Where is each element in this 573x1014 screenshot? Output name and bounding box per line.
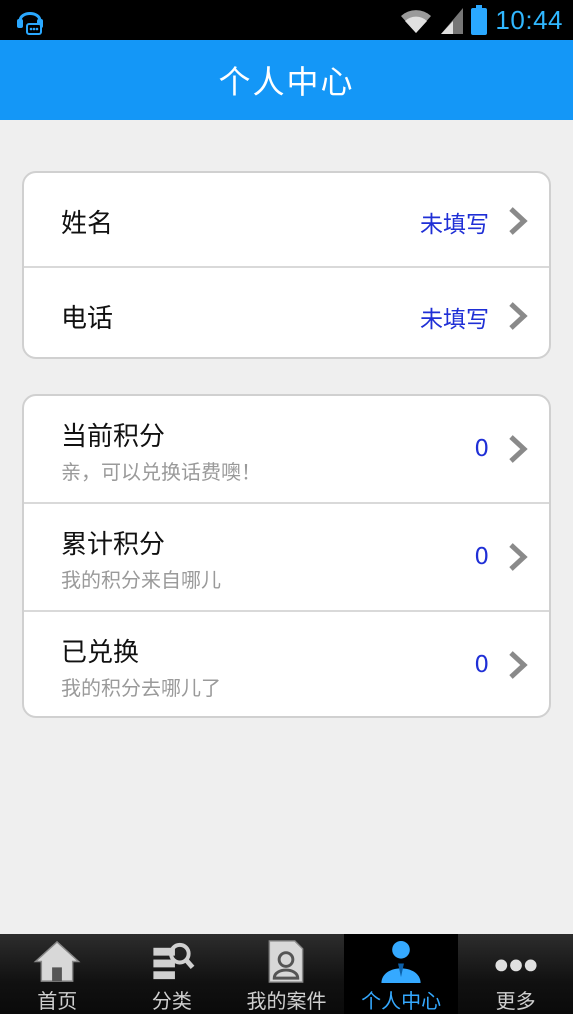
redeemed-subtitle: 我的积分去哪儿了 xyxy=(61,676,221,700)
tab-home[interactable]: 首页 xyxy=(0,934,115,1014)
page-title: 个人中心 xyxy=(218,63,355,101)
case-document-icon xyxy=(269,940,304,983)
profile-card: 姓名 未填写 电话 未填写 xyxy=(22,171,551,359)
current-points-row[interactable]: 当前积分 亲，可以兑换话费噢！ 0 xyxy=(24,396,549,504)
chevron-right-icon xyxy=(509,302,528,330)
status-time: 10:44 xyxy=(495,4,563,35)
tab-personal-center[interactable]: 个人中心 xyxy=(343,934,459,1014)
signal-icon xyxy=(441,8,464,34)
redeemed-value: 0 xyxy=(474,652,489,678)
tab-personal-center-label: 个人中心 xyxy=(361,989,442,1013)
name-value: 未填写 xyxy=(420,212,489,238)
status-bar: 10:44 xyxy=(0,0,573,40)
tab-more-label: 更多 xyxy=(495,989,536,1013)
battery-icon xyxy=(471,5,488,35)
tab-my-cases-label: 我的案件 xyxy=(246,989,327,1013)
name-label: 姓名 xyxy=(61,209,114,239)
tab-category[interactable]: 分类 xyxy=(115,934,230,1014)
phone-label: 电话 xyxy=(61,304,114,334)
total-points-subtitle: 我的积分来自哪儿 xyxy=(61,568,221,592)
name-row[interactable]: 姓名 未填写 xyxy=(24,173,549,268)
redeemed-label: 已兑换 xyxy=(61,638,140,668)
chevron-right-icon xyxy=(509,651,528,679)
chevron-right-icon xyxy=(509,435,528,463)
total-points-row[interactable]: 累计积分 我的积分来自哪儿 0 xyxy=(24,504,549,612)
tab-home-label: 首页 xyxy=(37,989,78,1013)
category-search-icon xyxy=(153,942,195,980)
notification-headset-icon xyxy=(17,12,43,35)
title-bar: 个人中心 xyxy=(0,40,573,120)
total-points-label: 累计积分 xyxy=(61,530,166,560)
bottom-tab-bar: 首页 分类 我的案件 个人中心 更多 xyxy=(0,934,573,1014)
points-card: 当前积分 亲，可以兑换话费噢！ 0 累计积分 我的积分来自哪儿 0 已兑换 我的… xyxy=(22,394,551,718)
more-dots-icon xyxy=(495,959,537,972)
chevron-right-icon xyxy=(509,207,528,235)
current-points-value: 0 xyxy=(474,436,489,462)
current-points-label: 当前积分 xyxy=(61,422,166,452)
home-icon xyxy=(33,940,81,982)
tab-my-cases[interactable]: 我的案件 xyxy=(229,934,344,1014)
total-points-value: 0 xyxy=(474,544,489,570)
redeemed-row[interactable]: 已兑换 我的积分去哪儿了 0 xyxy=(24,612,549,716)
tab-more[interactable]: 更多 xyxy=(458,934,573,1014)
user-profile-icon xyxy=(381,940,421,984)
phone-value: 未填写 xyxy=(420,307,489,333)
phone-row[interactable]: 电话 未填写 xyxy=(24,268,549,357)
chevron-right-icon xyxy=(509,543,528,571)
tab-category-label: 分类 xyxy=(151,989,192,1013)
wifi-icon xyxy=(401,10,432,33)
current-points-subtitle: 亲，可以兑换话费噢！ xyxy=(61,460,261,484)
